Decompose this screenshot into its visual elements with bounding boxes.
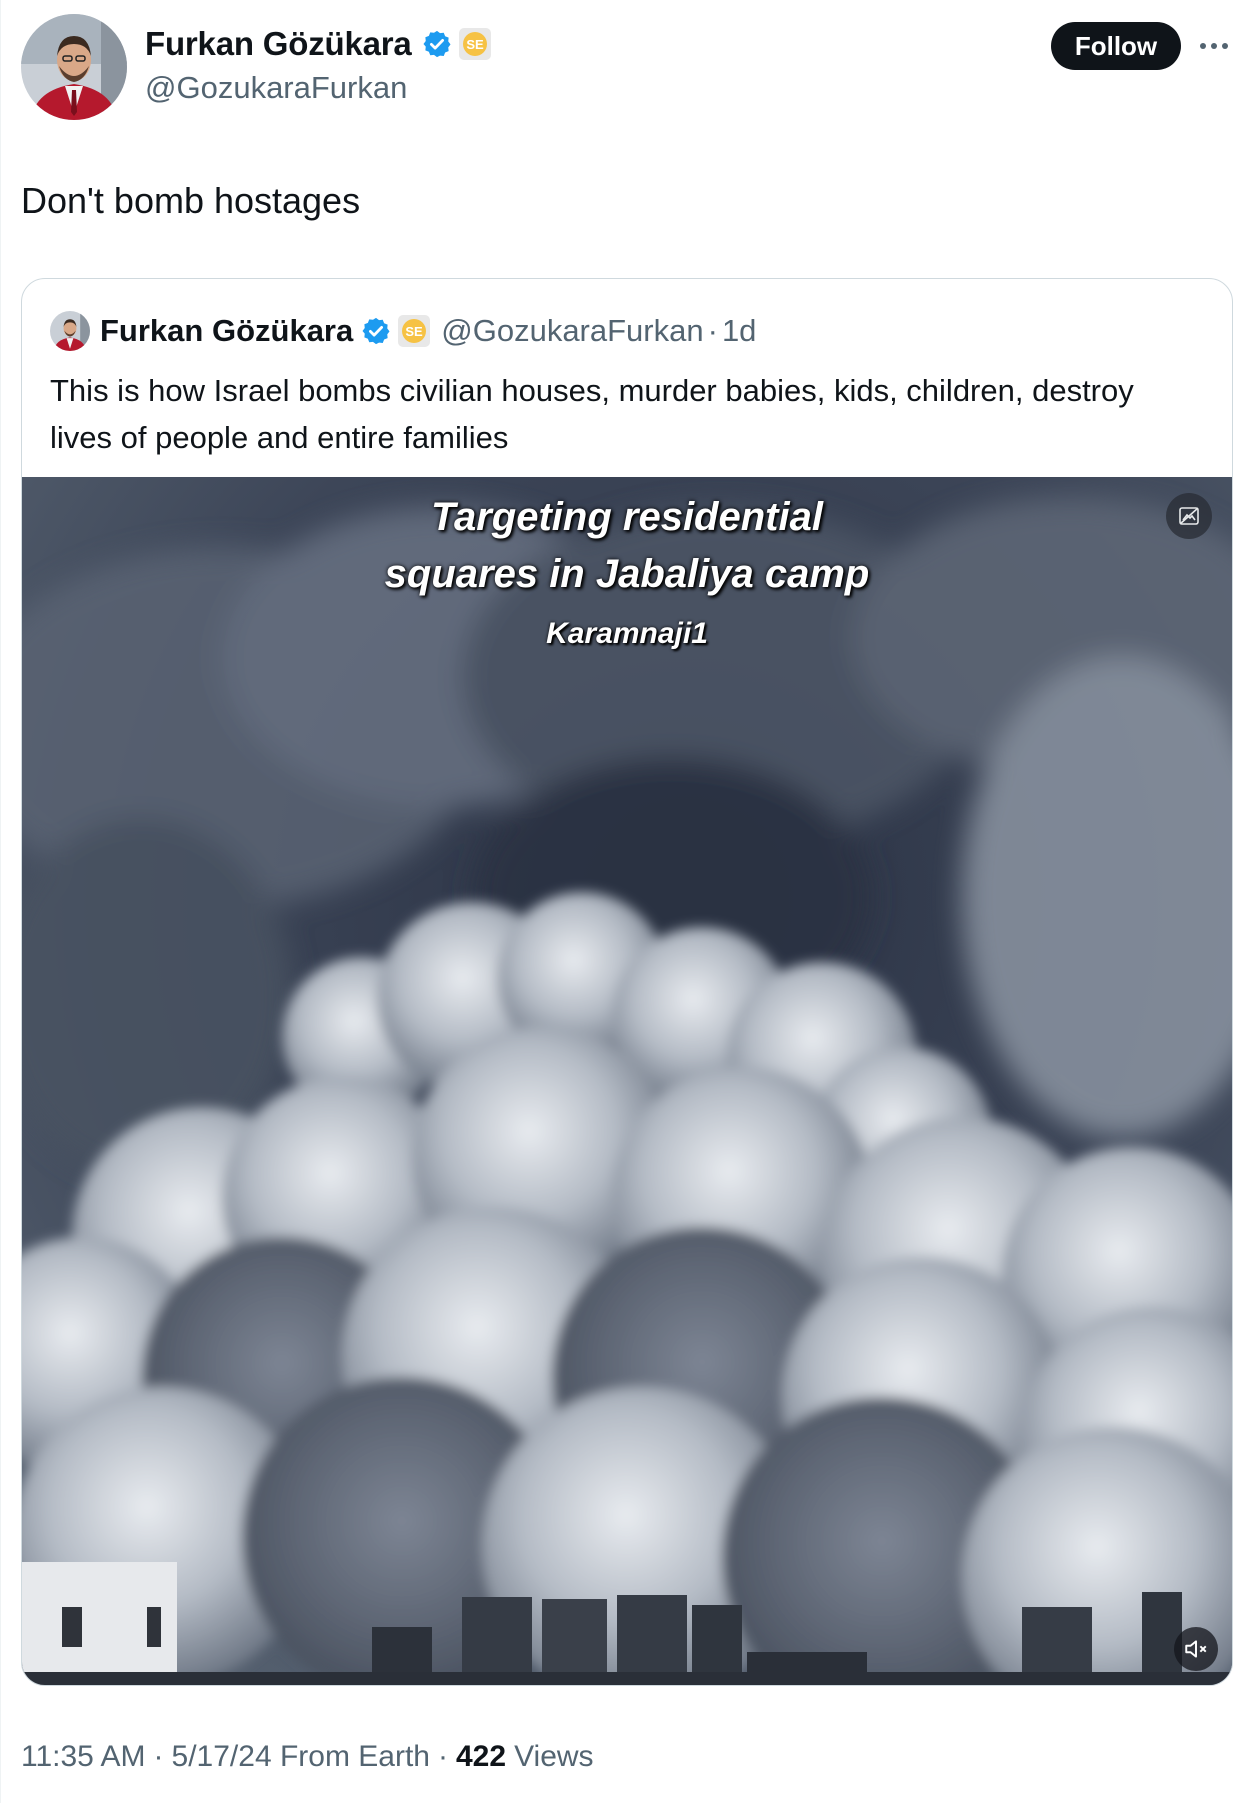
quoted-author-handle: @GozukaraFurkan	[441, 313, 704, 348]
separator-dot: ·	[438, 1740, 448, 1773]
svg-text:SE: SE	[406, 324, 424, 339]
author-handle[interactable]: @GozukaraFurkan	[145, 70, 492, 106]
more-dots-icon	[1200, 43, 1228, 49]
mute-toggle-button[interactable]	[1174, 1627, 1218, 1671]
quoted-tweet-text: This is how Israel bombs civilian houses…	[50, 373, 1134, 455]
tweet-meta: 11:35 AM · 5/17/24 From Earth · 422 View…	[21, 1740, 594, 1774]
author-avatar[interactable]	[21, 14, 127, 120]
separator-dot: ·	[153, 1740, 164, 1773]
author-name-row: Furkan Gözükara SE	[145, 24, 492, 64]
more-options-button[interactable]	[1194, 26, 1234, 66]
follow-button[interactable]: Follow	[1051, 22, 1181, 70]
tweet-header: Furkan Gözükara SE @GozukaraFurkan Follo…	[21, 14, 1232, 122]
tweet-time[interactable]: 11:35 AM	[21, 1740, 146, 1774]
views-label: Views	[514, 1740, 594, 1773]
alt-text-icon	[1179, 507, 1199, 525]
muted-speaker-icon	[1185, 1640, 1207, 1658]
overlay-title-line2: squares in Jabaliya camp	[384, 552, 870, 596]
verified-badge-icon[interactable]	[422, 29, 452, 59]
affiliation-badge-icon: SE	[397, 314, 431, 348]
separator-dot: ·	[707, 313, 718, 348]
video-overlay-credit: Karamnaji1	[546, 617, 708, 650]
quoted-tweet-header: Furkan Gözükara SE @GozukaraFurkan · 1d	[50, 309, 756, 353]
author-identity: Furkan Gözükara SE @GozukaraFurkan	[145, 24, 492, 106]
views-count[interactable]: 422	[456, 1740, 506, 1774]
verified-badge-icon	[361, 316, 391, 346]
quoted-author-avatar	[50, 311, 90, 351]
tweet-body-text: Don't bomb hostages	[21, 180, 361, 221]
quoted-tweet-timestamp: 1d	[721, 313, 757, 348]
tweet-date-source: 5/17/24 From Earth	[171, 1740, 430, 1773]
svg-text:SE: SE	[466, 37, 484, 52]
quoted-tweet-video[interactable]: Targeting residential squares in Jabaliy…	[22, 477, 1232, 1685]
quoted-author-display-name: Furkan Gözükara	[100, 313, 354, 348]
video-overlay-title: Targeting residential squares in Jabaliy…	[22, 489, 1232, 603]
smoke-cloud-image	[22, 477, 1232, 1685]
overlay-title-line1: Targeting residential	[431, 495, 823, 539]
alt-text-button[interactable]	[1166, 493, 1212, 539]
affiliation-badge-icon[interactable]: SE	[458, 27, 492, 61]
tweet-page: Furkan Gözükara SE @GozukaraFurkan Follo…	[0, 0, 1251, 1803]
quoted-tweet-card[interactable]: Furkan Gözükara SE @GozukaraFurkan · 1d …	[21, 278, 1233, 1686]
author-display-name[interactable]: Furkan Gözükara	[145, 25, 412, 63]
